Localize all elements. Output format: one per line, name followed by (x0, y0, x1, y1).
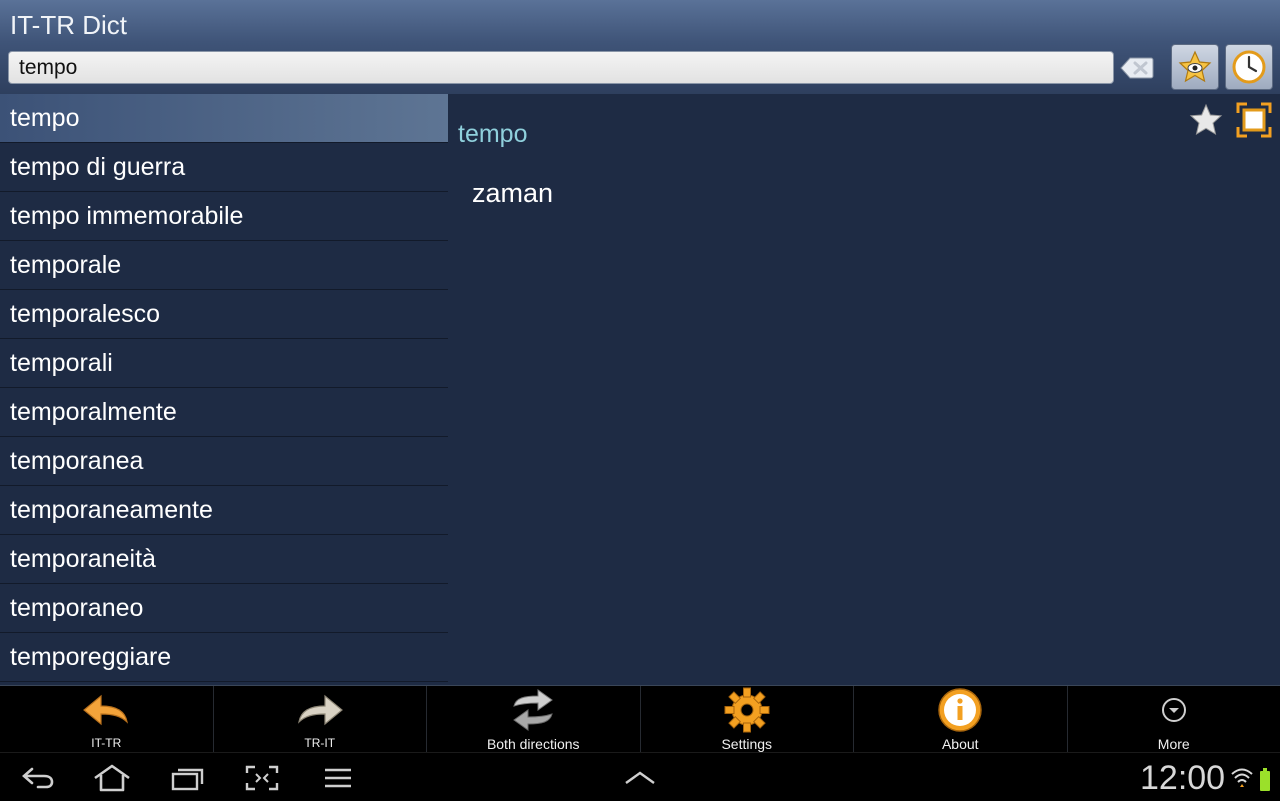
history-button[interactable] (1225, 44, 1273, 90)
toolbar-it-tr-button[interactable]: IT-TR (0, 686, 214, 753)
fullscreen-button[interactable] (1236, 102, 1272, 138)
status-clock: 12:00 (1140, 759, 1225, 798)
toolbar-about-button[interactable]: About (854, 686, 1068, 753)
word-list-item[interactable]: temporaneità (0, 535, 448, 584)
word-list-item[interactable]: temporalesco (0, 290, 448, 339)
toolbar-label: About (942, 736, 979, 752)
menu-button[interactable] (316, 761, 360, 795)
clear-search-button[interactable] (1118, 52, 1156, 84)
screenshot-button[interactable] (240, 761, 284, 795)
word-list-item[interactable]: temporaneamente (0, 486, 448, 535)
back-button[interactable] (16, 761, 60, 795)
gear-icon (723, 687, 771, 733)
word-list-item[interactable]: temporalmente (0, 388, 448, 437)
word-list-item[interactable]: tempo immemorabile (0, 192, 448, 241)
info-icon (936, 686, 984, 734)
toolbar-label: TR-IT (304, 736, 335, 750)
word-list-item[interactable]: temporanea (0, 437, 448, 486)
bottom-toolbar: IT-TR TR-IT Both directions (0, 685, 1280, 753)
back-icon (20, 765, 56, 791)
search-input[interactable] (8, 51, 1114, 84)
recent-apps-icon (170, 765, 206, 791)
entry-headword: tempo (458, 120, 527, 149)
system-navigation-bar: 12:00 (0, 752, 1280, 801)
star-eye-icon (1177, 50, 1213, 84)
chevron-down-icon (1160, 696, 1188, 724)
wifi-battery-icon (1230, 765, 1278, 793)
home-icon (92, 764, 132, 792)
entry-translation: zaman (472, 178, 553, 209)
word-list-item[interactable]: tempo di guerra (0, 143, 448, 192)
fullscreen-icon (1236, 102, 1272, 138)
word-list-item[interactable]: tempo (0, 94, 448, 143)
add-favorite-button[interactable] (1188, 102, 1224, 138)
swap-icon (508, 688, 558, 732)
home-button[interactable] (90, 761, 134, 795)
backspace-clear-icon (1120, 56, 1154, 80)
expand-button[interactable] (618, 761, 662, 795)
toolbar-more-button[interactable]: More (1068, 686, 1280, 753)
app-header: IT-TR Dict (0, 0, 1280, 94)
clock-icon (1231, 49, 1267, 85)
chevron-up-icon (622, 768, 658, 788)
star-icon (1188, 102, 1224, 138)
toolbar-tr-it-button[interactable]: TR-IT (214, 686, 428, 753)
word-list-item[interactable]: temporaneo (0, 584, 448, 633)
word-list: tempotempo di guerratempo immemorabilete… (0, 94, 448, 685)
toolbar-label: Settings (721, 736, 772, 752)
word-list-item[interactable]: temporeggiare (0, 633, 448, 682)
app-title: IT-TR Dict (10, 10, 127, 41)
toolbar-label: More (1158, 736, 1190, 752)
translation-pane: tempo zaman (448, 94, 1280, 685)
arrow-left-icon (81, 692, 131, 728)
toolbar-label: IT-TR (91, 736, 121, 750)
recent-apps-button[interactable] (166, 761, 210, 795)
menu-icon (322, 766, 354, 790)
word-list-item[interactable]: temporale (0, 241, 448, 290)
favorites-button[interactable] (1171, 44, 1219, 90)
word-list-item[interactable]: temporali (0, 339, 448, 388)
toolbar-settings-button[interactable]: Settings (641, 686, 855, 753)
toolbar-label: Both directions (487, 736, 580, 752)
arrow-right-icon (295, 692, 345, 728)
screenshot-icon (244, 764, 280, 792)
toolbar-both-directions-button[interactable]: Both directions (427, 686, 641, 753)
